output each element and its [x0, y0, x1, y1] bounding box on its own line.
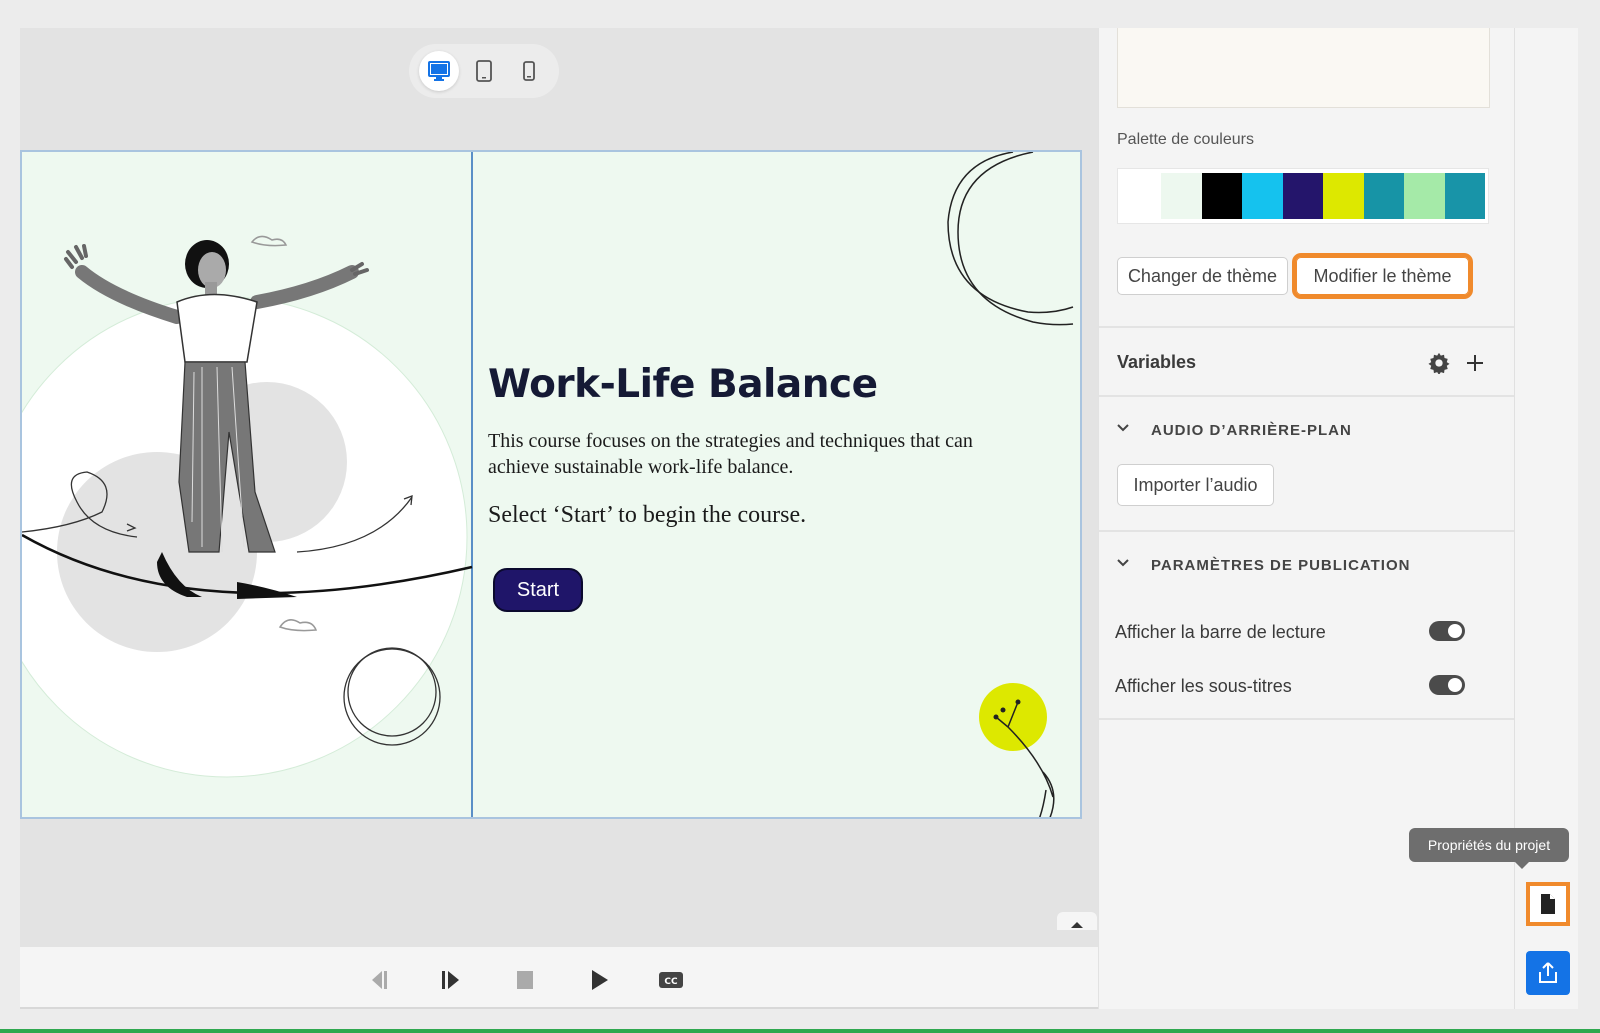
- plus-icon: [1467, 355, 1483, 371]
- palette-swatch[interactable]: [1161, 173, 1202, 219]
- divider: [1099, 395, 1515, 397]
- collapse-timeline-button[interactable]: [1057, 912, 1097, 930]
- variables-title: Variables: [1117, 352, 1197, 372]
- palette-swatch[interactable]: [1404, 173, 1445, 219]
- add-variable-button[interactable]: [1462, 350, 1488, 376]
- palette-label: Palette de couleurs: [1117, 131, 1254, 148]
- slide-title: Work-Life Balance: [488, 362, 878, 407]
- play-icon: [592, 970, 608, 990]
- device-preview-toggle: [409, 44, 559, 98]
- toggle-row-subtitles: Afficher les sous-titres: [1115, 676, 1475, 697]
- divider: [1099, 530, 1515, 532]
- tablet-view-button[interactable]: [464, 51, 504, 91]
- palette-swatch[interactable]: [1242, 173, 1283, 219]
- stop-button[interactable]: [510, 965, 540, 995]
- document-icon: [1541, 894, 1555, 914]
- closed-captions-icon: CC: [659, 972, 683, 988]
- slide-call-to-action: Select ‘Start’ to begin the course.: [488, 502, 807, 528]
- tightrope-illustration: [22, 235, 473, 778]
- publish-button[interactable]: [1526, 951, 1570, 995]
- palette-swatch[interactable]: [1201, 173, 1243, 219]
- previous-button[interactable]: [364, 965, 394, 995]
- playbar: CC: [20, 947, 1098, 1009]
- desktop-view-button[interactable]: [419, 51, 460, 91]
- edit-theme-button[interactable]: Modifier le thème: [1292, 253, 1473, 299]
- import-audio-button[interactable]: Importer l’audio: [1117, 464, 1274, 506]
- palette-swatch[interactable]: [1121, 173, 1162, 219]
- canvas-area: Work-Life Balance This course focuses on…: [20, 28, 1098, 947]
- play-button[interactable]: [584, 965, 614, 995]
- divider: [1099, 718, 1515, 720]
- mobile-view-button[interactable]: [509, 51, 549, 91]
- next-icon: [442, 971, 459, 989]
- closed-captions-button[interactable]: CC: [656, 965, 686, 995]
- background-audio-title: AUDIO D’ARRIÈRE-PLAN: [1151, 422, 1352, 439]
- show-playbar-label: Afficher la barre de lecture: [1115, 622, 1326, 642]
- palette-swatch[interactable]: [1444, 173, 1485, 219]
- bottom-accent-line: [0, 1029, 1600, 1033]
- gear-icon: [1428, 352, 1450, 374]
- tablet-icon: [476, 60, 492, 82]
- project-properties-button[interactable]: [1526, 882, 1570, 926]
- toggle-row-playbar: Afficher la barre de lecture: [1115, 622, 1475, 643]
- share-icon: [1539, 962, 1557, 983]
- previous-icon: [372, 971, 387, 989]
- divider: [1099, 326, 1515, 328]
- start-button[interactable]: Start: [493, 568, 583, 612]
- publish-settings-toggle[interactable]: [1115, 555, 1135, 575]
- slide-decoration: [947, 152, 1074, 817]
- chevron-down-icon: [1117, 559, 1129, 567]
- desktop-icon: [428, 61, 451, 81]
- slide-description: This course focuses on the strategies an…: [488, 430, 973, 478]
- variables-settings-button[interactable]: [1426, 350, 1452, 376]
- next-button[interactable]: [436, 965, 466, 995]
- palette-swatch[interactable]: [1323, 173, 1364, 219]
- background-audio-toggle[interactable]: [1115, 420, 1135, 440]
- palette-swatch[interactable]: [1363, 173, 1405, 219]
- svg-text:CC: CC: [664, 977, 678, 987]
- palette-swatch[interactable]: [1282, 173, 1324, 219]
- change-theme-button[interactable]: Changer de thème: [1117, 257, 1288, 295]
- publish-settings-title: PARAMÈTRES DE PUBLICATION: [1151, 557, 1411, 574]
- show-subtitles-label: Afficher les sous-titres: [1115, 676, 1292, 696]
- slide[interactable]: Work-Life Balance This course focuses on…: [20, 150, 1082, 819]
- show-playbar-switch[interactable]: [1429, 621, 1465, 641]
- project-properties-tooltip: Propriétés du projet: [1409, 828, 1569, 869]
- stop-icon: [517, 971, 533, 989]
- theme-preview: [1117, 28, 1490, 108]
- chevron-down-icon: [1117, 424, 1129, 432]
- slide-image-panel: [22, 152, 473, 817]
- mobile-icon: [522, 61, 535, 81]
- chevron-up-icon: [1071, 922, 1083, 928]
- color-palette[interactable]: [1117, 168, 1489, 224]
- show-subtitles-switch[interactable]: [1429, 675, 1465, 695]
